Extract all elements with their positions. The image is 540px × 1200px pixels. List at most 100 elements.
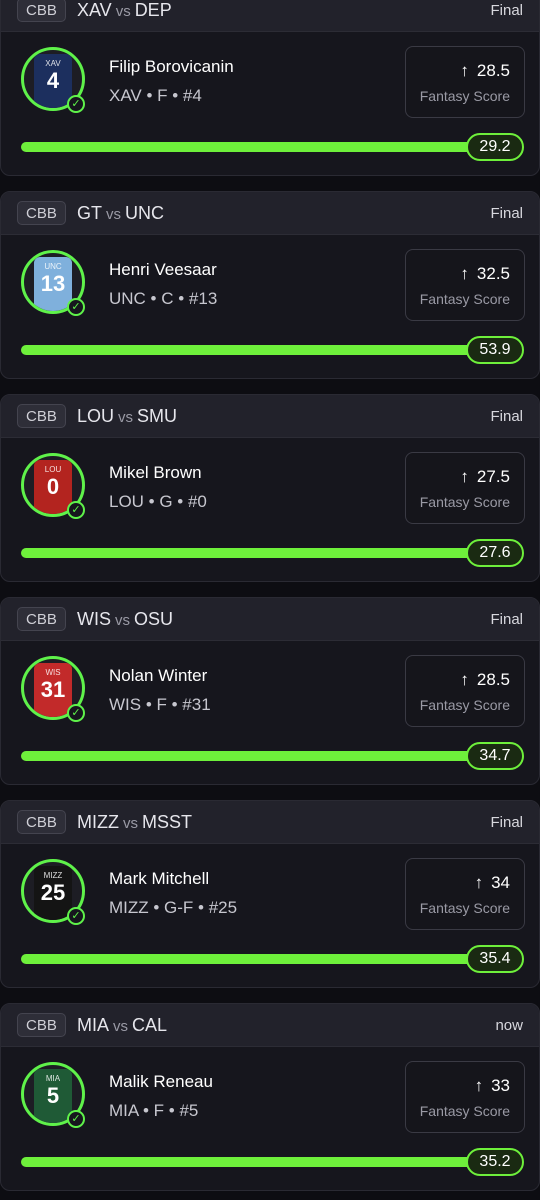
stat-label: Fantasy Score: [419, 1103, 510, 1119]
league-badge: CBB: [17, 201, 66, 225]
jersey-number: 0: [46, 474, 60, 499]
arrow-up-icon: ↑: [474, 1076, 484, 1095]
result-score: 53.9: [466, 336, 524, 364]
card-header: CBB WIS vs OSU Final: [1, 598, 539, 641]
player-meta: MIA • F • #5: [109, 1101, 199, 1120]
check-circle-icon: ✓: [67, 907, 85, 925]
team-a: XAV: [77, 0, 112, 20]
result-score: 27.6: [466, 539, 524, 567]
progress-track: [21, 345, 481, 355]
result-score: 34.7: [466, 742, 524, 770]
result-score: 29.2: [466, 133, 524, 161]
projection-box[interactable]: ↑ 34 Fantasy Score: [405, 858, 525, 930]
jersey-number: 4: [46, 68, 60, 93]
player-name[interactable]: Mark Mitchell: [109, 868, 209, 890]
pick-card[interactable]: CBB XAV vs DEP Final XAV 4 ✓ Filip Borovic…: [0, 0, 540, 176]
jersey-team: XAV: [45, 59, 61, 68]
projection-line: ↑ 33: [475, 1075, 510, 1097]
progress-track: [21, 1157, 481, 1167]
player-meta: XAV • F • #4: [109, 86, 202, 105]
projection-box[interactable]: ↑ 28.5 Fantasy Score: [405, 46, 525, 118]
result-score: 35.2: [466, 1148, 524, 1176]
vs-label: vs: [115, 3, 131, 20]
progress-fill: [21, 345, 481, 355]
stat-label: Fantasy Score: [419, 697, 510, 713]
progress-fill: [21, 142, 481, 152]
projection-value: 28.5: [476, 61, 510, 80]
matchup: MIZZ vs MSST: [77, 811, 192, 835]
jersey-number: 13: [40, 271, 66, 296]
jersey-team: LOU: [44, 465, 62, 474]
jersey-team: UNC: [44, 262, 62, 271]
team-b: SMU: [137, 406, 178, 426]
stat-label: Fantasy Score: [419, 494, 510, 510]
matchup: WIS vs OSU: [77, 608, 173, 632]
check-circle-icon: ✓: [67, 1110, 85, 1128]
stat-label: Fantasy Score: [419, 88, 510, 104]
pick-card[interactable]: CBB GT vs UNC Final UNC 13 ✓ Henri Veesaar…: [0, 191, 540, 379]
player-name[interactable]: Mikel Brown: [109, 462, 202, 484]
card-header: CBB XAV vs DEP Final: [1, 0, 539, 32]
game-status: Final: [490, 408, 523, 425]
pick-card[interactable]: CBB MIA vs CAL now MIA 5 ✓ Malik Reneau MI…: [0, 1003, 540, 1191]
pick-card[interactable]: CBB WIS vs OSU Final WIS 31 ✓ Nolan Winter…: [0, 597, 540, 785]
player-name[interactable]: Henri Veesaar: [109, 259, 217, 281]
jersey-team: WIS: [45, 668, 61, 677]
projection-line: ↑ 28.5: [460, 60, 510, 82]
projection-box[interactable]: ↑ 32.5 Fantasy Score: [405, 249, 525, 321]
result-score: 35.4: [466, 945, 524, 973]
progress-track: [21, 142, 481, 152]
player-name[interactable]: Nolan Winter: [109, 665, 207, 687]
jersey-team: MIZZ: [43, 871, 63, 880]
arrow-up-icon: ↑: [460, 264, 469, 283]
team-a: GT: [77, 203, 102, 223]
stat-label: Fantasy Score: [419, 900, 510, 916]
projection-line: ↑ 32.5: [460, 263, 510, 285]
league-badge: CBB: [17, 0, 66, 22]
projection-line: ↑ 28.5: [460, 669, 510, 691]
check-circle-icon: ✓: [67, 95, 85, 113]
jersey-number: 25: [40, 880, 66, 905]
pick-card[interactable]: CBB MIZZ vs MSST Final MIZZ 25 ✓ Mark Mitc…: [0, 800, 540, 988]
projection-box[interactable]: ↑ 28.5 Fantasy Score: [405, 655, 525, 727]
game-status: Final: [490, 611, 523, 628]
player-name[interactable]: Malik Reneau: [109, 1071, 213, 1093]
player-meta: WIS • F • #31: [109, 695, 211, 714]
matchup: LOU vs SMU: [77, 405, 177, 429]
projection-box[interactable]: ↑ 33 Fantasy Score: [405, 1061, 525, 1133]
vs-label: vs: [113, 1018, 129, 1035]
matchup: GT vs UNC: [77, 202, 164, 226]
projection-value: 28.5: [476, 670, 510, 689]
game-status: Final: [490, 2, 523, 19]
team-b: UNC: [125, 203, 164, 223]
arrow-up-icon: ↑: [460, 670, 469, 689]
progress-track: [21, 751, 481, 761]
vs-label: vs: [118, 409, 134, 426]
pick-card[interactable]: CBB LOU vs SMU Final LOU 0 ✓ Mikel Brown L…: [0, 394, 540, 582]
projection-box[interactable]: ↑ 27.5 Fantasy Score: [405, 452, 525, 524]
player-meta: LOU • G • #0: [109, 492, 207, 511]
player-meta: UNC • C • #13: [109, 289, 218, 308]
arrow-up-icon: ↑: [474, 873, 484, 892]
progress-fill: [21, 954, 481, 964]
jersey-team: MIA: [45, 1074, 61, 1083]
progress-fill: [21, 548, 481, 558]
stat-label: Fantasy Score: [419, 291, 510, 307]
team-a: LOU: [77, 406, 115, 426]
team-b: DEP: [134, 0, 172, 20]
projection-value: 27.5: [476, 467, 510, 486]
vs-label: vs: [123, 815, 138, 832]
arrow-up-icon: ↑: [460, 467, 469, 486]
jersey-number: 5: [46, 1083, 60, 1108]
vs-label: vs: [115, 612, 130, 629]
game-status: Final: [490, 205, 523, 222]
card-header: CBB GT vs UNC Final: [1, 192, 539, 235]
arrow-up-icon: ↑: [460, 61, 469, 80]
vs-label: vs: [106, 206, 121, 223]
projection-line: ↑ 34: [475, 872, 510, 894]
card-header: CBB LOU vs SMU Final: [1, 395, 539, 438]
player-name[interactable]: Filip Borovicanin: [109, 56, 234, 78]
card-header: CBB MIZZ vs MSST Final: [1, 801, 539, 844]
team-a: WIS: [77, 609, 111, 629]
team-b: CAL: [132, 1015, 168, 1035]
